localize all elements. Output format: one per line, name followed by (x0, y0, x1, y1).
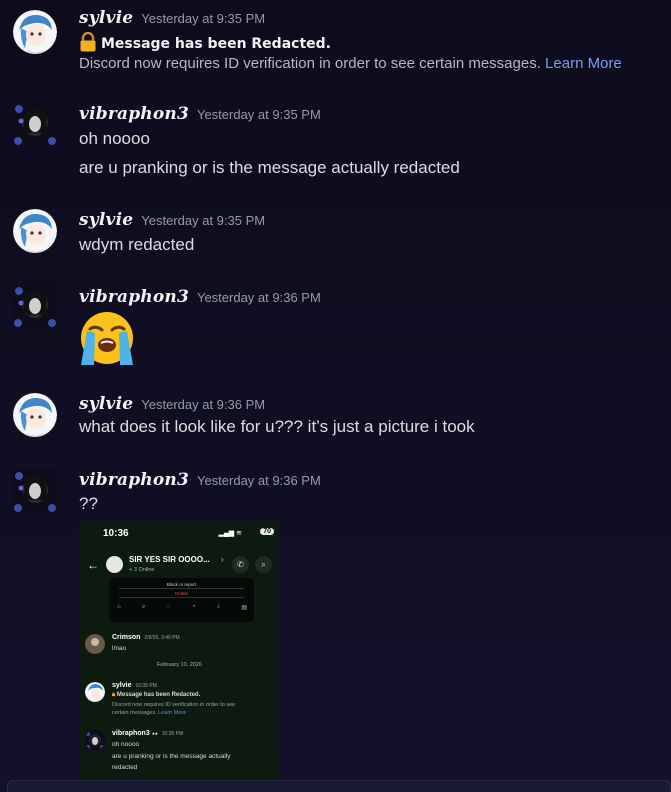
image-attachment[interactable]: 10:36 ▂▄▆ ≋ 70 ← SIR YES SIR OOOO... ● 3… (79, 520, 280, 792)
message-text: oh noooo (79, 129, 150, 148)
message-text: wdym redacted (79, 235, 195, 254)
chevron-right-icon: › (221, 555, 224, 564)
system-message-title: Message has been Redacted. (79, 32, 331, 53)
loudly-crying-face-icon (81, 312, 133, 365)
avatar (85, 682, 105, 702)
avatar (85, 730, 105, 750)
date-divider: February 10, 2026 (157, 662, 202, 668)
timestamp[interactable]: Yesterday at 9:35 PM (141, 213, 265, 228)
system-message-body: Discord now requires ID verification in … (79, 55, 622, 72)
timestamp[interactable]: Yesterday at 9:35 PM (141, 11, 265, 26)
avatar (85, 634, 105, 654)
avatar[interactable] (13, 468, 57, 512)
timestamp[interactable]: Yesterday at 9:36 PM (197, 473, 321, 488)
username[interactable]: sylvie (79, 210, 133, 230)
timestamp[interactable]: Yesterday at 9:35 PM (197, 107, 321, 122)
username[interactable]: vibraphon3 (79, 470, 189, 490)
card-action-danger: Delete (119, 590, 244, 598)
message-header: sylvie Yesterday at 9:35 PM (79, 208, 265, 232)
avatar[interactable] (13, 209, 57, 253)
battery-indicator: 70 (260, 528, 274, 535)
message-header: sylvie Yesterday at 9:35 PM (79, 6, 265, 30)
message-text: are u pranking or is the message actuall… (79, 158, 460, 177)
username[interactable]: sylvie (79, 8, 133, 28)
online-count: ● 3 Online (129, 567, 155, 573)
username[interactable]: vibraphon3 (79, 287, 189, 307)
avatar[interactable] (13, 10, 57, 54)
message-header: sylvie Yesterday at 9:36 PM (79, 392, 265, 416)
back-arrow-icon: ← (87, 558, 99, 572)
avatar[interactable] (13, 393, 57, 437)
phone-message-text: redacted (112, 764, 138, 771)
signal-icon: ▂▄▆ ≋ (218, 530, 242, 537)
phone-profile-card: Block or report Delete ⌂ ⌕ ◌ ◔ ♪ ▤ (109, 578, 254, 622)
message-input-bar[interactable] (7, 780, 671, 792)
group-avatar (106, 556, 123, 573)
message-text: what does it look like for u??? it’s jus… (79, 417, 475, 436)
message-header: vibraphon3 Yesterday at 9:36 PM (79, 285, 321, 309)
learn-more-link[interactable]: Learn More (545, 55, 622, 72)
phone-system-title: 🔒︎ Message has been Redacted. (112, 692, 201, 698)
lock-icon (80, 32, 96, 52)
search-icon: ⌕ (255, 556, 272, 573)
username[interactable]: vibraphon3 (79, 104, 189, 124)
phone-message-text: lmao (112, 645, 127, 652)
username[interactable]: sylvie (79, 394, 133, 414)
phone-username: vibraphon3 ◕◕ 10:35 PM (112, 730, 184, 737)
phone-system-body: Discord now requires ID verification in … (112, 702, 236, 708)
timestamp[interactable]: Yesterday at 9:36 PM (141, 397, 265, 412)
phone-message-text: are u pranking or is the message actuall… (112, 753, 231, 760)
message-header: vibraphon3 Yesterday at 9:35 PM (79, 102, 321, 126)
avatar[interactable] (13, 283, 57, 327)
message-text: ?? (79, 494, 98, 513)
phone-username: Crimson 2/8/26, 3:49 PM (112, 634, 180, 641)
card-icon-row: ⌂ ⌕ ◌ ◔ ♪ ▤ (117, 604, 247, 611)
avatar[interactable] (13, 101, 57, 145)
group-name: SIR YES SIR OOOO... (129, 555, 210, 564)
card-action: Block or report (119, 581, 244, 589)
call-icon: ✆ (232, 556, 249, 573)
timestamp[interactable]: Yesterday at 9:36 PM (197, 290, 321, 305)
phone-message-text: oh noooo (112, 741, 140, 748)
phone-clock: 10:36 (103, 528, 129, 539)
phone-system-body: certain messages. Learn More (112, 710, 187, 716)
phone-username: sylvie 10:35 PM (112, 682, 157, 689)
message-header: vibraphon3 Yesterday at 9:36 PM (79, 468, 321, 492)
